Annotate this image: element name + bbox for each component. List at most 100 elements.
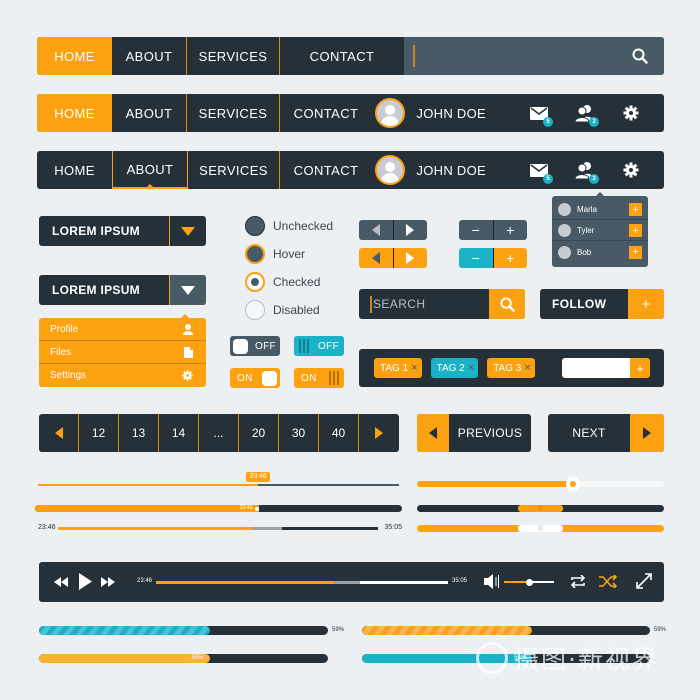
range-handle[interactable]: ||| <box>518 505 563 512</box>
follow-label: FOLLOW <box>552 297 607 311</box>
decrement-button[interactable]: − <box>459 248 494 268</box>
nav-about[interactable]: ABOUT <box>112 37 187 75</box>
page-button[interactable]: 40 <box>319 414 359 452</box>
radio-circle[interactable] <box>245 272 265 292</box>
volume-slider[interactable] <box>504 578 554 586</box>
gear-icon <box>623 105 639 121</box>
messages-button[interactable]: 5 <box>525 99 553 127</box>
range-slider-dark[interactable]: ||| <box>417 505 664 512</box>
toggle-on[interactable]: ON <box>230 368 280 388</box>
dropdown-closed[interactable]: LOREM IPSUM <box>39 216 206 246</box>
toggle-off-alt[interactable]: OFF <box>294 336 344 356</box>
messages-button[interactable]: 5 <box>525 156 553 184</box>
seek-handle[interactable] <box>254 506 259 511</box>
nav-contact[interactable]: CONTACT <box>280 94 372 132</box>
navbar-search: HOME ABOUT SERVICES CONTACT <box>37 37 664 75</box>
page-button[interactable]: 30 <box>279 414 319 452</box>
radio-circle[interactable] <box>245 216 265 236</box>
nav-services[interactable]: SERVICES <box>188 151 280 189</box>
settings-button[interactable] <box>617 156 645 184</box>
user-name[interactable]: JOHN DOE <box>416 106 486 121</box>
range-slider-orange[interactable]: ||| <box>417 525 664 532</box>
tag-text-input[interactable] <box>562 358 630 378</box>
dropdown-toggle[interactable] <box>169 216 206 246</box>
rewind-icon[interactable] <box>54 577 68 587</box>
next-arrow-button[interactable] <box>394 248 428 268</box>
arrow-right-icon <box>375 427 383 439</box>
page-button[interactable]: 14 <box>159 414 199 452</box>
prev-arrow-button[interactable] <box>359 220 394 240</box>
page-button[interactable]: 20 <box>239 414 279 452</box>
nav-home[interactable]: HOME <box>37 151 112 189</box>
remove-tag-icon[interactable]: × <box>468 362 474 374</box>
seek-slider-thin[interactable]: 23:46 <box>38 472 399 486</box>
page-button[interactable]: 13 <box>119 414 159 452</box>
friends-button[interactable]: 3 <box>571 156 599 184</box>
avatar[interactable] <box>375 98 406 128</box>
toggle-on-alt[interactable]: ON <box>294 368 344 388</box>
remove-tag-icon[interactable]: × <box>411 362 417 374</box>
settings-button[interactable] <box>617 99 645 127</box>
friends-button[interactable]: 2 <box>571 99 599 127</box>
add-tag-button[interactable]: + <box>630 358 650 378</box>
nav-contact[interactable]: CONTACT <box>280 37 404 75</box>
prev-arrow-button[interactable] <box>359 248 394 268</box>
seek-track[interactable] <box>58 527 378 530</box>
previous-button[interactable]: PREVIOUS <box>417 414 531 452</box>
value-slider[interactable] <box>417 477 664 491</box>
menu-item-files[interactable]: Files <box>39 341 206 364</box>
watermark: 摄图·新视界 <box>476 640 659 676</box>
slider-fill <box>417 481 573 487</box>
mail-badge: 5 <box>543 117 553 127</box>
follow-button[interactable]: FOLLOW + <box>540 289 664 319</box>
menu-item-settings[interactable]: Settings <box>39 364 206 387</box>
nav-about[interactable]: ABOUT <box>112 151 188 189</box>
range-handle[interactable]: ||| <box>518 525 563 532</box>
menu-item-profile[interactable]: Profile <box>39 318 206 341</box>
volume-icon[interactable] <box>484 574 500 589</box>
nav-contact[interactable]: CONTACT <box>280 151 372 189</box>
search-icon[interactable] <box>632 48 648 64</box>
tag-entry: + <box>562 358 650 378</box>
fast-forward-icon[interactable] <box>101 577 115 587</box>
nav-about[interactable]: ABOUT <box>112 94 187 132</box>
decrement-button[interactable]: − <box>459 220 494 240</box>
dropdown-open[interactable]: LOREM IPSUM <box>39 275 206 305</box>
dropdown-toggle[interactable] <box>169 275 206 305</box>
radio-checked[interactable]: Checked <box>245 272 320 292</box>
volume-handle[interactable] <box>525 578 533 586</box>
next-arrow-button[interactable] <box>394 220 428 240</box>
search-button[interactable] <box>489 289 525 319</box>
add-friend-button[interactable]: + <box>629 203 642 216</box>
nav-services[interactable]: SERVICES <box>187 94 280 132</box>
repeat-icon[interactable] <box>569 575 587 588</box>
pagination-prev[interactable] <box>39 414 79 452</box>
search-input[interactable]: SEARCH <box>359 289 489 319</box>
avatar[interactable] <box>375 155 406 185</box>
pagination-next[interactable] <box>359 414 399 452</box>
nav-services[interactable]: SERVICES <box>187 37 280 75</box>
radio-circle[interactable] <box>245 244 265 264</box>
page-button[interactable]: 12 <box>79 414 119 452</box>
remove-tag-icon[interactable]: × <box>524 362 530 374</box>
nav-home[interactable]: HOME <box>37 94 112 132</box>
user-name[interactable]: JOHN DOE <box>416 163 486 178</box>
increment-button[interactable]: + <box>494 220 528 240</box>
nav-search-input[interactable] <box>404 37 664 75</box>
increment-button[interactable]: + <box>493 248 527 268</box>
slider-handle[interactable] <box>565 477 580 491</box>
player-seek-bar[interactable] <box>156 581 448 584</box>
nav-home[interactable]: HOME <box>37 37 112 75</box>
add-friend-button[interactable]: + <box>629 224 642 237</box>
menu-item-label: Settings <box>50 370 87 381</box>
progress-fill <box>39 654 210 663</box>
shuffle-icon[interactable] <box>599 575 618 588</box>
toggle-off[interactable]: OFF <box>230 336 280 356</box>
fullscreen-icon[interactable] <box>635 572 653 590</box>
next-button[interactable]: NEXT <box>548 414 664 452</box>
radio-unchecked[interactable]: Unchecked <box>245 216 333 236</box>
radio-hover[interactable]: Hover <box>245 244 305 264</box>
add-friend-button[interactable]: + <box>629 245 642 259</box>
seek-slider-thick[interactable]: 23:46 <box>35 505 402 512</box>
play-icon[interactable] <box>79 573 92 590</box>
